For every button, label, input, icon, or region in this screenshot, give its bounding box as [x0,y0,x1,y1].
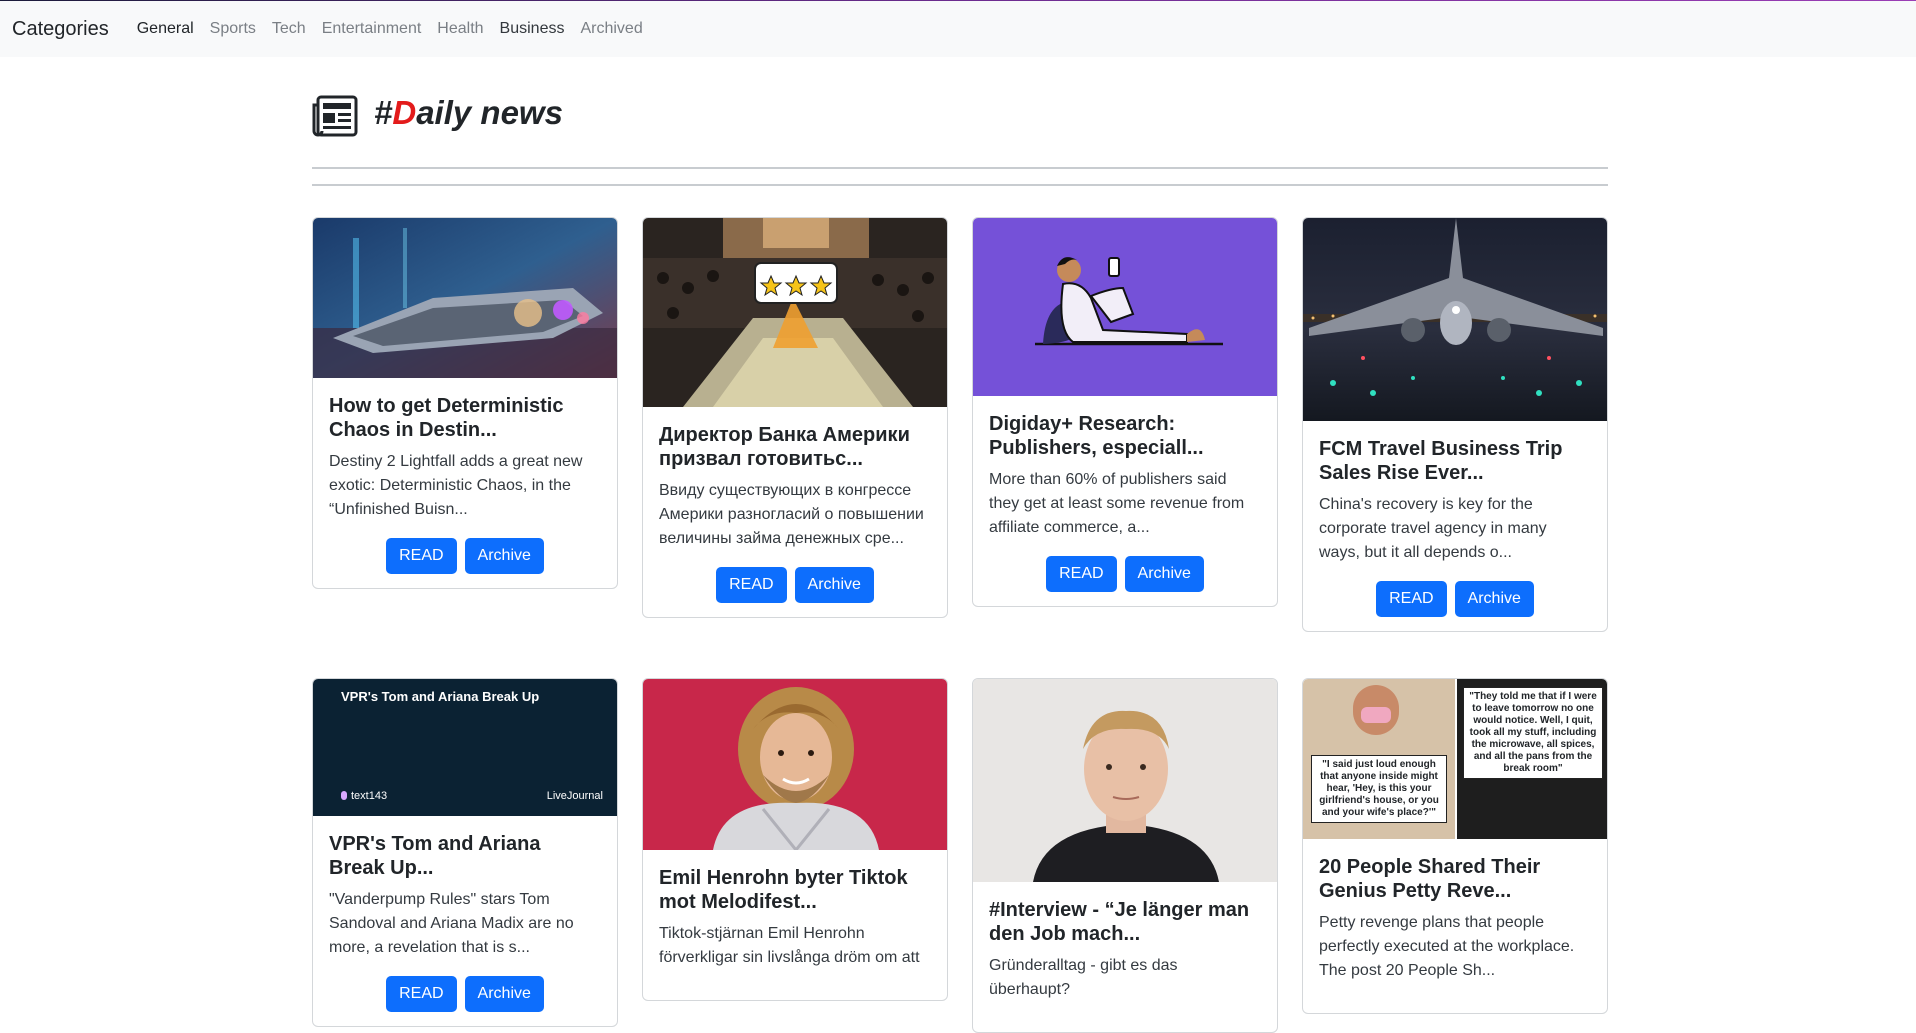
page-header: #Daily news [312,57,1608,169]
news-card: FCM Travel Business Trip Sales Rise Ever… [1302,217,1608,632]
card-body: #Interview - “Je länger man den Job mach… [973,882,1277,1032]
card-body: Digiday+ Research: Publishers, especiall… [973,396,1277,606]
portrait-man-image [973,679,1277,882]
card-image: "I said just loud enough that anyone ins… [1303,679,1607,839]
card-image: VPR's Tom and Ariana Break Up text143 Li… [313,679,617,816]
news-card: "I said just loud enough that anyone ins… [1302,678,1608,1014]
read-button[interactable]: READ [1046,556,1117,592]
archive-button[interactable]: Archive [464,976,544,1012]
news-card: How to get Deterministic Chaos in Destin… [312,217,618,589]
thumb-heading: VPR's Tom and Ariana Break Up [341,689,540,704]
card-text: Gründeralltag - gibt es das überhaupt? [989,957,1178,998]
airplane-runway-image [1303,218,1607,421]
archive-button[interactable]: Archive [794,567,874,603]
card-text: Petty revenge plans that people perfectl… [1319,914,1575,979]
navbar-brand[interactable]: Categories [12,18,109,41]
archive-button[interactable]: Archive [464,538,544,574]
user-icon [341,791,347,800]
card-body: VPR's Tom and Ariana Break Up... "Vander… [313,816,617,1026]
card-title[interactable]: VPR's Tom and Ariana Break Up... [329,832,601,880]
read-button[interactable]: READ [386,538,457,574]
card-title[interactable]: FCM Travel Business Trip Sales Rise Ever… [1319,437,1591,485]
card-image [313,218,617,378]
card-body: FCM Travel Business Trip Sales Rise Ever… [1303,421,1607,631]
news-card: VPR's Tom and Ariana Break Up text143 Li… [312,678,618,1027]
nav-link-entertainment[interactable]: Entertainment [322,20,422,38]
nav-link-business[interactable]: Business [500,20,565,38]
nav-link-health[interactable]: Health [437,20,483,38]
card-body: Emil Henrohn byter Tiktok mot Melodifest… [643,850,947,1000]
card-body: 20 People Shared Their Genius Petty Reve… [1303,839,1607,1013]
congress-money-image [643,218,947,407]
card-title[interactable]: How to get Deterministic Chaos in Destin… [329,394,601,442]
thumb-divider [1455,679,1457,839]
title-rest: aily news [416,94,563,131]
thumb-user-label: text143 [351,790,388,802]
card-title[interactable]: Директор Банка Америки призвал готовитьс… [659,423,931,471]
news-card: Emil Henrohn byter Tiktok mot Melodifest… [642,678,948,1001]
read-button[interactable]: READ [386,976,457,1012]
newspaper-icon [312,95,358,137]
thumb-quote-left: "I said just loud enough that anyone ins… [1311,755,1447,823]
reclining-person-illustration [973,218,1277,396]
nav-link-general[interactable]: General [137,20,194,38]
card-image [643,218,947,407]
top-navbar: Categories General Sports Tech Entertain… [0,1,1916,57]
news-card: #Interview - “Je länger man den Job mach… [972,678,1278,1033]
card-body: Директор Банка Америки призвал готовитьс… [643,407,947,617]
card-image [973,679,1277,882]
card-body: How to get Deterministic Chaos in Destin… [313,378,617,588]
card-title[interactable]: #Interview - “Je länger man den Job mach… [989,898,1261,946]
main-container: #Daily news How to get Deterministic Cha… [312,57,1608,1033]
card-title[interactable]: Digiday+ Research: Publishers, especiall… [989,412,1261,460]
card-text: Destiny 2 Lightfall adds a great new exo… [329,453,583,518]
card-text: China's recovery is key for the corporat… [1319,496,1547,561]
archive-button[interactable]: Archive [1454,581,1534,617]
news-card: Директор Банка Америки призвал готовитьс… [642,217,948,618]
thumb-quote-right: "They told me that if I were to leave to… [1463,687,1603,779]
card-title[interactable]: 20 People Shared Their Genius Petty Reve… [1319,855,1591,903]
read-button[interactable]: READ [716,567,787,603]
news-card: Digiday+ Research: Publishers, especiall… [972,217,1278,607]
card-title[interactable]: Emil Henrohn byter Tiktok mot Melodifest… [659,866,931,914]
card-image [643,679,947,850]
page-title: #Daily news [374,94,563,132]
nav-link-tech[interactable]: Tech [272,20,306,38]
divider-top [312,167,1608,169]
archive-button[interactable]: Archive [1124,556,1204,592]
card-text: Ввиду существующих в конгрессе Америки р… [659,482,924,547]
title-initial: D [392,94,417,131]
nav-link-archived[interactable]: Archived [580,20,642,38]
hoverbike-image [313,218,617,378]
card-image [1303,218,1607,421]
thumb-user: text143 [341,790,387,802]
card-actions: READ Archive [329,538,601,574]
card-actions: READ Archive [659,567,931,603]
portrait-curly-hair-image [643,679,947,850]
card-actions: READ Archive [329,976,601,1012]
thumb-left-mask [1361,707,1391,723]
title-hash: # [374,94,393,131]
divider-bottom [312,184,1608,186]
card-text: More than 60% of publishers said they ge… [989,471,1245,536]
read-button[interactable]: READ [1376,581,1447,617]
card-text: "Vanderpump Rules" stars Tom Sandoval an… [329,891,574,956]
card-text: Tiktok-stjärnan Emil Henrohn förverkliga… [659,925,920,966]
card-image [973,218,1277,396]
card-actions: READ Archive [989,556,1261,592]
nav-link-sports[interactable]: Sports [210,20,256,38]
card-actions: READ Archive [1319,581,1591,617]
thumb-source: LiveJournal [546,790,603,802]
